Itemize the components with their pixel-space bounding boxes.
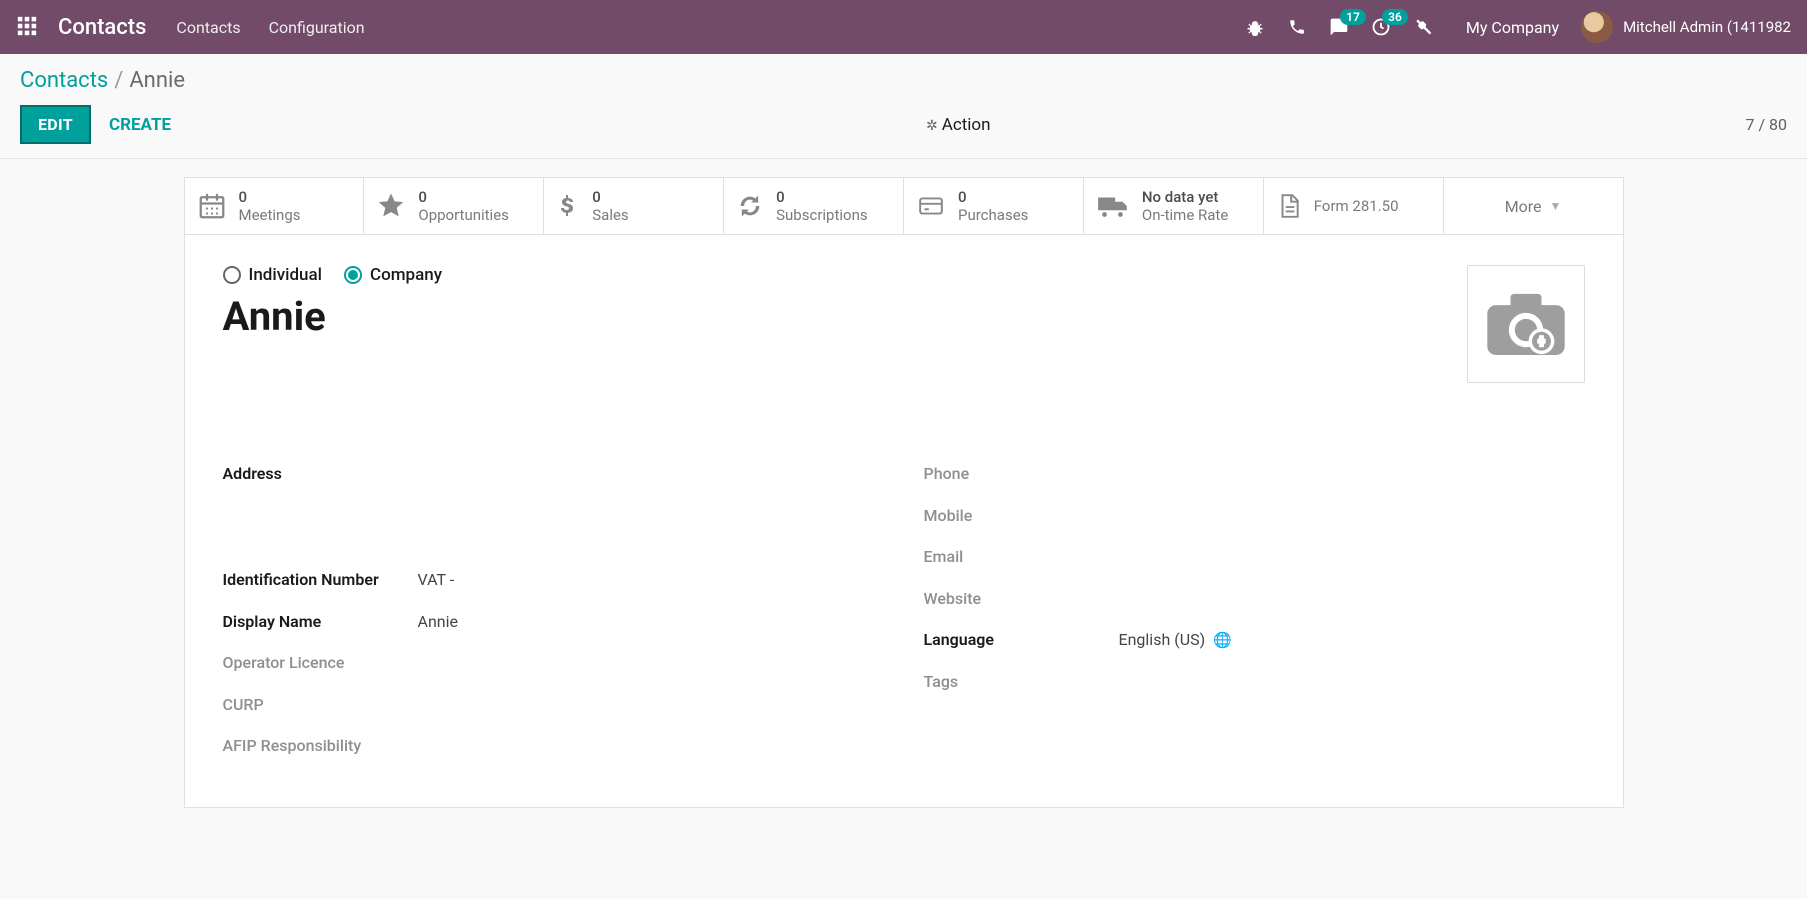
company-switcher[interactable]: My Company xyxy=(1466,18,1559,37)
avatar xyxy=(1581,11,1613,43)
field-value: VAT - xyxy=(418,567,455,593)
topbar: Contacts Contacts Configuration 17 36 My… xyxy=(0,0,1807,54)
stat-value: 0 xyxy=(776,188,867,206)
dollar-icon xyxy=(556,191,580,221)
radio-icon xyxy=(344,266,362,284)
stat-label: On-time Rate xyxy=(1142,206,1228,224)
stat-value: 0 xyxy=(958,188,1028,206)
field-label: Language xyxy=(924,627,1119,653)
field-label: Phone xyxy=(924,461,1119,487)
company-type-row: Individual Company xyxy=(223,265,443,285)
calendar-icon xyxy=(197,191,227,221)
username: Mitchell Admin (1411982 xyxy=(1623,18,1791,36)
field-label: Mobile xyxy=(924,503,1119,529)
field-row: Identification NumberVAT - xyxy=(223,559,884,601)
breadcrumb-root[interactable]: Contacts xyxy=(20,68,108,93)
field-row: Address xyxy=(223,453,884,559)
field-row: Operator Licence xyxy=(223,642,884,684)
field-label: Display Name xyxy=(223,609,418,635)
field-row: Mobile xyxy=(924,495,1585,537)
stat-label: Sales xyxy=(592,206,628,224)
form-sheet: Individual Company Annie Address Identifi… xyxy=(184,235,1624,808)
stat-label: Form 281.50 xyxy=(1314,197,1399,215)
stat-purchases[interactable]: 0Purchases xyxy=(904,178,1084,234)
action-dropdown[interactable]: ✲Action xyxy=(926,115,991,135)
stat-value: No data yet xyxy=(1142,188,1228,206)
field-label: Address xyxy=(223,461,418,551)
menu-contacts[interactable]: Contacts xyxy=(176,18,240,37)
field-label: Tags xyxy=(924,669,1119,695)
stat-form-281-50[interactable]: Form 281.50 xyxy=(1264,178,1444,234)
messages-icon[interactable]: 17 xyxy=(1322,17,1356,37)
stat-value: 0 xyxy=(418,188,509,206)
control-panel: Contacts/Annie EDIT CREATE ✲Action 7 / 8… xyxy=(0,54,1807,158)
stat-value: 0 xyxy=(239,188,301,206)
field-value: Annie xyxy=(418,609,458,635)
tools-icon[interactable] xyxy=(1406,17,1440,37)
gear-icon: ✲ xyxy=(926,118,938,134)
field-label: Website xyxy=(924,586,1119,612)
stat-label: Subscriptions xyxy=(776,206,867,224)
field-row: CURP xyxy=(223,684,884,726)
field-row: LanguageEnglish (US)🌐 xyxy=(924,619,1585,661)
app-brand[interactable]: Contacts xyxy=(58,15,146,40)
field-row: Email xyxy=(924,536,1585,578)
stat-label: Opportunities xyxy=(418,206,509,224)
fields-right-column: Phone Mobile Email Website LanguageEnglish (… xyxy=(924,453,1585,767)
field-label: Operator Licence xyxy=(223,650,418,676)
bug-icon[interactable] xyxy=(1238,17,1272,37)
field-row: Display NameAnnie xyxy=(223,601,884,643)
field-label: AFIP Responsibility xyxy=(223,733,418,759)
stat-sales[interactable]: 0Sales xyxy=(544,178,724,234)
messages-badge: 17 xyxy=(1340,9,1366,25)
radio-icon xyxy=(223,266,241,284)
truck-icon xyxy=(1096,193,1130,219)
apps-icon[interactable] xyxy=(16,15,40,39)
record-title: Annie xyxy=(223,293,443,340)
chevron-down-icon: ▼ xyxy=(1550,199,1562,213)
pager[interactable]: 7 / 80 xyxy=(1745,115,1787,134)
image-placeholder[interactable] xyxy=(1467,265,1585,383)
stat-meetings[interactable]: 0Meetings xyxy=(185,178,365,234)
stat-value: 0 xyxy=(592,188,628,206)
file-icon xyxy=(1276,191,1302,221)
phone-icon[interactable] xyxy=(1280,18,1314,36)
user-menu[interactable]: Mitchell Admin (1411982 xyxy=(1581,11,1791,43)
stat-label: Meetings xyxy=(239,206,301,224)
stat-opportunities[interactable]: 0Opportunities xyxy=(364,178,544,234)
field-label: Identification Number xyxy=(223,567,418,593)
stat-subscriptions[interactable]: 0Subscriptions xyxy=(724,178,904,234)
stat-on-time-rate[interactable]: No data yetOn-time Rate xyxy=(1084,178,1264,234)
stat-label: Purchases xyxy=(958,206,1028,224)
edit-button[interactable]: EDIT xyxy=(20,105,91,144)
breadcrumb-current: Annie xyxy=(129,68,185,93)
field-row: Website xyxy=(924,578,1585,620)
more-label: More xyxy=(1505,197,1542,216)
activities-icon[interactable]: 36 xyxy=(1364,17,1398,37)
radio-company[interactable]: Company xyxy=(344,265,442,285)
radio-individual[interactable]: Individual xyxy=(223,265,323,285)
field-row: Phone xyxy=(924,453,1585,495)
field-label: CURP xyxy=(223,692,418,718)
field-row: Tags xyxy=(924,661,1585,703)
globe-icon[interactable]: 🌐 xyxy=(1213,631,1232,649)
stat-buttons: 0Meetings0Opportunities0Sales0Subscripti… xyxy=(184,177,1624,235)
activities-badge: 36 xyxy=(1382,9,1408,25)
menu-configuration[interactable]: Configuration xyxy=(269,18,365,37)
breadcrumb: Contacts/Annie xyxy=(20,68,1787,93)
fields-left-column: AddressIdentification NumberVAT -Display… xyxy=(223,453,884,767)
refresh-icon xyxy=(736,192,764,220)
star-icon xyxy=(376,191,406,221)
stat-more[interactable]: More ▼ xyxy=(1444,178,1623,234)
field-value: English (US)🌐 xyxy=(1119,627,1232,653)
field-row: AFIP Responsibility xyxy=(223,725,884,767)
field-label: Email xyxy=(924,544,1119,570)
create-button[interactable]: CREATE xyxy=(109,115,171,135)
card-icon xyxy=(916,193,946,219)
